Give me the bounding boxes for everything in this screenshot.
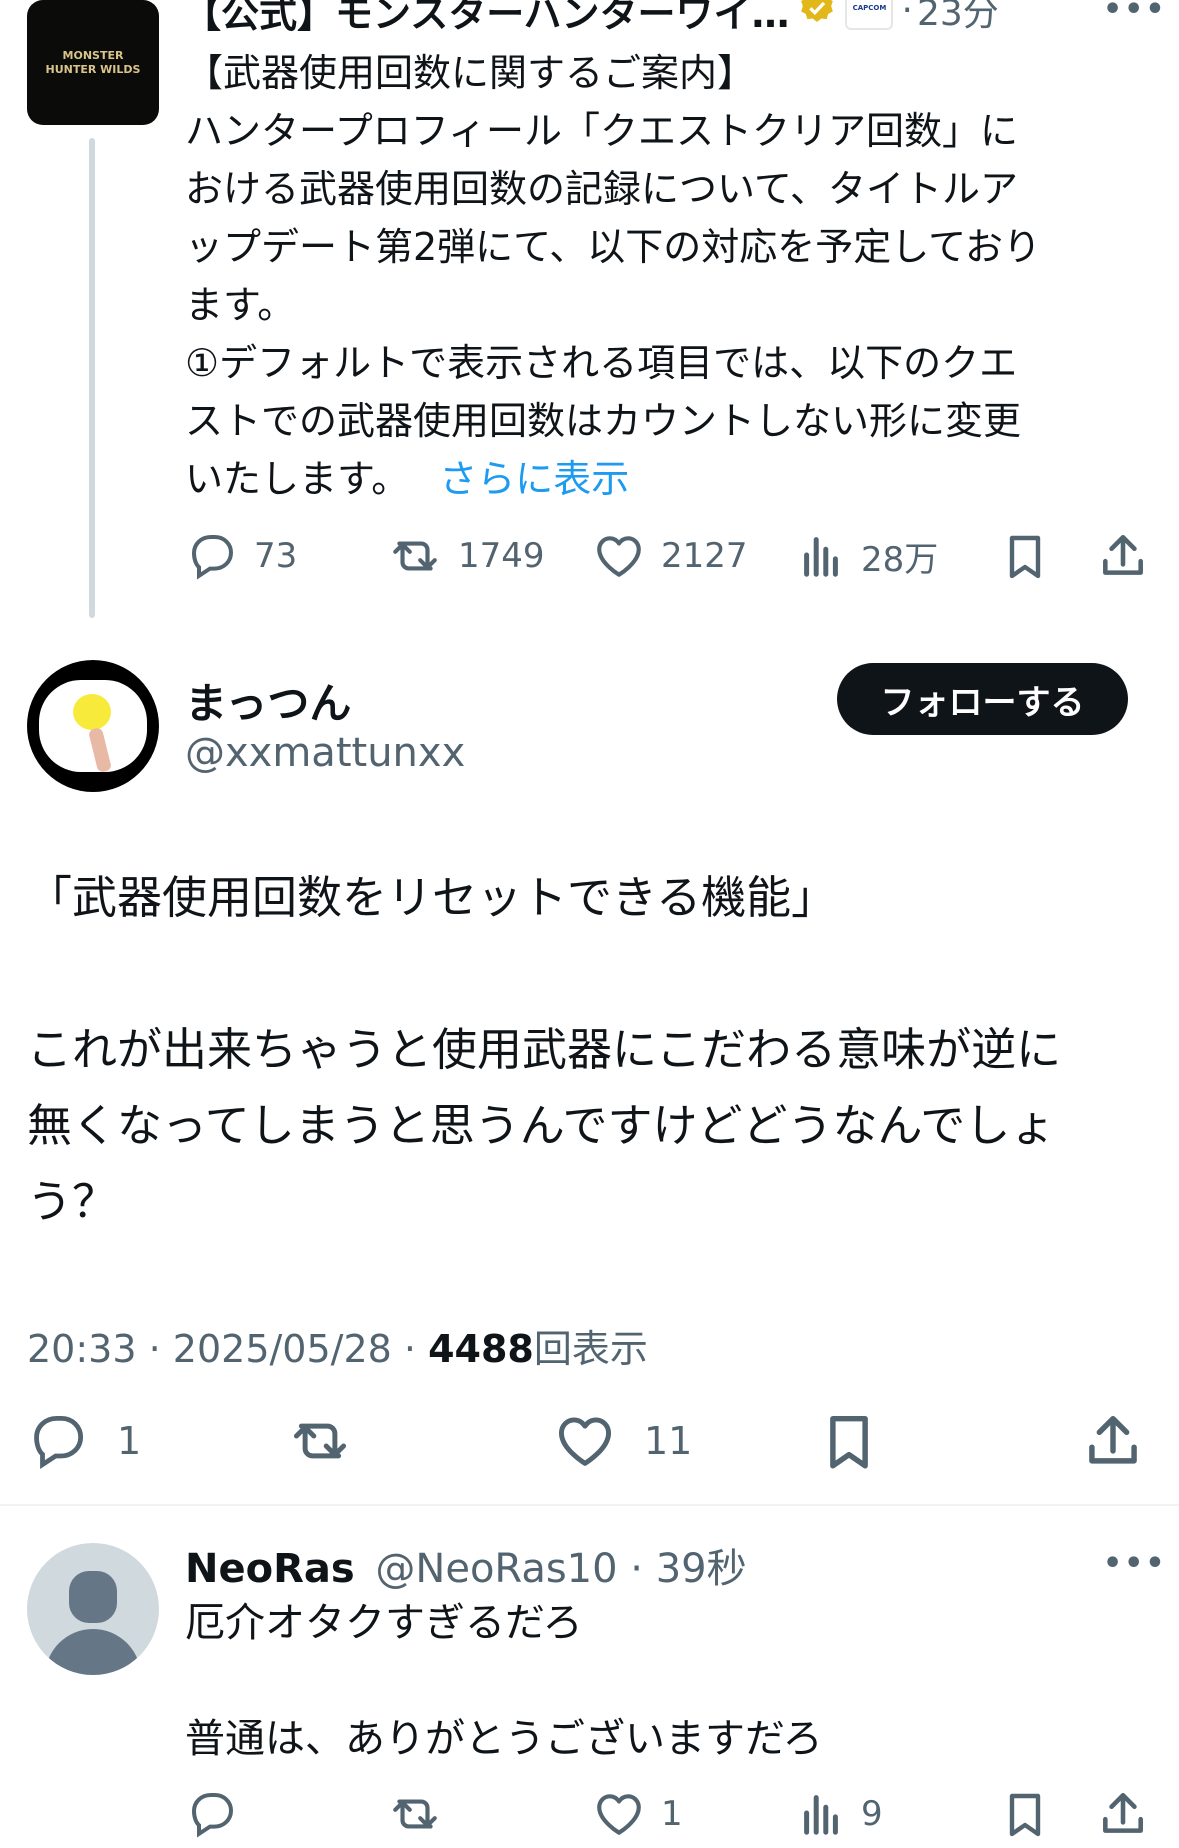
retweet-count: 1749 (458, 536, 545, 576)
main-reply-button[interactable]: 1 (27, 1410, 141, 1472)
tweet-date[interactable]: 2025/05/28 (173, 1327, 392, 1371)
mhwilds-avatar[interactable]: MONSTER HUNTER WILDS (27, 0, 159, 125)
heart-icon (554, 1410, 616, 1472)
main-line: 無くなってしまうと思うんですけどどうなんでしょ (27, 1099, 1056, 1152)
main-line: う？ (27, 1175, 118, 1228)
bookmark-icon (1000, 1788, 1050, 1840)
reply-icon (27, 1410, 89, 1472)
reply-count: 73 (254, 536, 298, 576)
capcom-badge-text: CAPCOM (852, 4, 887, 12)
quoted-line: ハンタープロフィール「クエストクリア回数」に (185, 109, 1018, 153)
quoted-line: ます。 (185, 283, 296, 327)
view-count: 4488 (428, 1327, 534, 1371)
more-options-icon[interactable]: ••• (1103, 0, 1167, 27)
view-label: 回表示 (533, 1327, 648, 1371)
quoted-line: ップデート第2弾にて、以下の対応を予定しており (185, 225, 1041, 269)
share-icon (1082, 1410, 1144, 1472)
share-icon (1097, 530, 1149, 582)
quoted-bookmark-button[interactable] (1000, 530, 1050, 582)
reply-icon (192, 1793, 233, 1836)
quoted-retweet-button[interactable]: 1749 (388, 530, 545, 582)
default-avatar-head (69, 1571, 117, 1623)
reply-reply-button[interactable] (186, 1788, 238, 1840)
quoted-reply-button[interactable]: 73 (186, 530, 297, 582)
quoted-separator: · (901, 0, 913, 31)
reply-time[interactable]: 39秒 (656, 1546, 747, 1592)
reply-views-button[interactable]: 9 (797, 1788, 883, 1840)
main-bookmark-button[interactable] (818, 1410, 880, 1472)
thread-line (89, 138, 95, 618)
reply-line: 厄介オタクすぎるだろ (185, 1600, 583, 1646)
share-icon (1097, 1788, 1149, 1840)
avatar-yellow-head (73, 694, 111, 730)
reply-author-name[interactable]: NeoRas (185, 1546, 355, 1592)
reply-header: NeoRas @NeoRas10 · 39秒 (185, 1536, 747, 1594)
main-share-button[interactable] (1082, 1410, 1144, 1472)
views-icon (797, 1788, 845, 1840)
show-more-link[interactable]: さらに表示 (439, 457, 629, 501)
reply-count: 1 (117, 1419, 142, 1463)
reply-icon (192, 535, 233, 578)
reply-bookmark-button[interactable] (1000, 1788, 1050, 1840)
reply-author-handle[interactable]: @NeoRas10 (375, 1546, 617, 1592)
follow-button[interactable]: フォローする (837, 663, 1128, 735)
main-retweet-button[interactable] (287, 1410, 353, 1472)
quoted-time[interactable]: 23分 (917, 0, 999, 36)
views-icon (797, 530, 845, 582)
bookmark-icon (1000, 530, 1050, 582)
meta-sep: · (148, 1327, 161, 1371)
quoted-last-line: いたします。 さらに表示 (185, 450, 1145, 508)
main-tweet-body[interactable]: 「武器使用回数をリセットできる機能」 これが出来ちゃうと使用武器にこだわる意味が… (27, 860, 1157, 1240)
quoted-author-name[interactable]: 【公式】モンスターハンターワイ… (183, 0, 789, 38)
heart-icon (593, 1788, 645, 1840)
quoted-line: 【武器使用回数に関するご案内】 (185, 51, 756, 95)
retweet-icon (287, 1410, 353, 1472)
views-count: 9 (861, 1794, 883, 1834)
reply-share-button[interactable] (1097, 1788, 1149, 1840)
meta-sep: · (403, 1327, 417, 1371)
like-count: 2127 (661, 536, 748, 576)
like-count: 11 (644, 1419, 693, 1463)
quoted-header: 【公式】モンスターハンターワイ… CAPCOM · 23分 (183, 0, 999, 36)
quoted-views-button[interactable]: 28万 (797, 530, 938, 582)
quoted-body[interactable]: 【武器使用回数に関するご案内】 ハンタープロフィール「クエストクリア回数」に お… (185, 44, 1145, 508)
capcom-affiliate-badge: CAPCOM (845, 0, 894, 30)
retweet-icon (388, 1788, 442, 1840)
reply-like-button[interactable]: 1 (593, 1788, 683, 1840)
quoted-share-button[interactable] (1097, 530, 1149, 582)
like-count: 1 (661, 1794, 683, 1834)
avatar-logo-text: MONSTER HUNTER WILDS (45, 48, 141, 76)
main-author-name[interactable]: まっつん (185, 670, 351, 731)
views-count: 28万 (861, 539, 939, 580)
reply-sep: · (630, 1546, 644, 1592)
main-line: これが出来ちゃうと使用武器にこだわる意味が逆に (27, 1023, 1062, 1076)
quoted-line: ストでの武器使用回数はカウントしない形に変更 (185, 399, 1022, 443)
retweet-icon (388, 530, 442, 582)
heart-icon (593, 530, 645, 582)
reply-body[interactable]: 厄介オタクすぎるだろ 普通は、ありがとうございますだろ (185, 1594, 823, 1768)
reply-line: 普通は、ありがとうございますだろ (185, 1716, 823, 1762)
tweet-time[interactable]: 20:33 (27, 1327, 137, 1371)
quoted-like-button[interactable]: 2127 (593, 530, 748, 582)
main-line: 「武器使用回数をリセットできる機能」 (27, 871, 837, 924)
quoted-line: いたします。 (185, 457, 410, 501)
more-options-icon[interactable]: ••• (1103, 1546, 1167, 1581)
default-avatar-shoulders (45, 1629, 141, 1675)
divider (0, 1504, 1179, 1506)
quoted-line: ①デフォルトで表示される項目では、以下のクエ (185, 341, 1018, 385)
mattun-avatar[interactable] (27, 660, 159, 792)
main-author-handle[interactable]: @xxmattunxx (185, 730, 465, 776)
main-like-button[interactable]: 11 (554, 1410, 692, 1472)
quoted-line: おける武器使用回数の記録について、タイトルア (185, 167, 1018, 211)
reply-retweet-button[interactable] (388, 1788, 442, 1840)
verified-gold-icon (797, 0, 837, 32)
main-tweet-meta: 20:33 · 2025/05/28 · 4488回表示 (27, 1318, 648, 1373)
bookmark-icon (818, 1410, 880, 1472)
neoras-avatar[interactable] (27, 1543, 159, 1675)
